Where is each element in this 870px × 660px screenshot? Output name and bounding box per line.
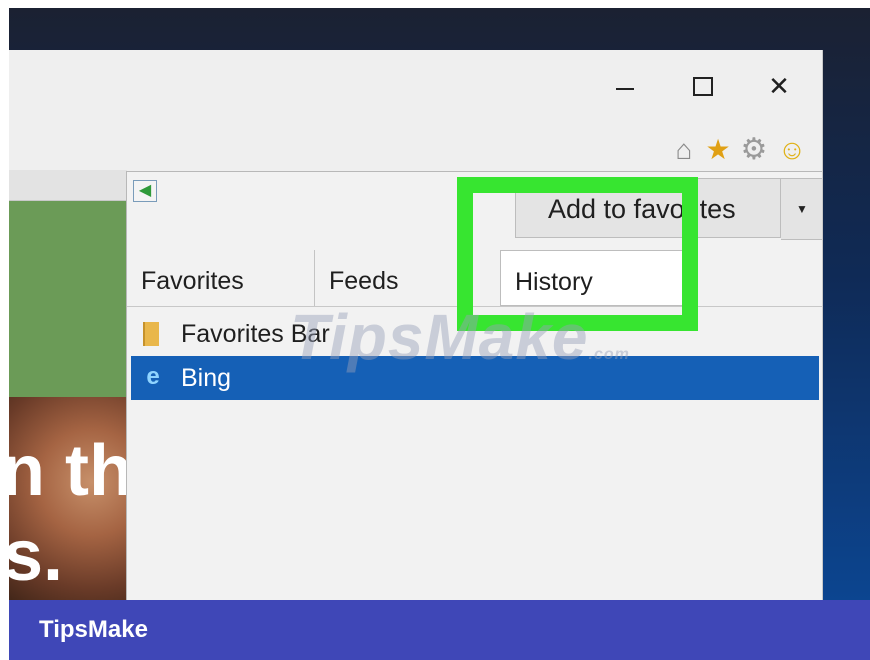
page-header-strip [9, 170, 127, 201]
browser-toolbar: ⌂ ★ ⚙ ☺ [652, 130, 822, 170]
internet-explorer-icon: e [146, 363, 160, 390]
footer-logo: TipsMake [39, 616, 148, 643]
minimize-button[interactable] [600, 66, 650, 106]
footer-bar: TipsMake [9, 600, 870, 660]
chevron-down-icon: ▼ [796, 202, 808, 216]
pin-back-arrow-icon[interactable]: ◀ [133, 180, 157, 202]
page-headline-line-2: s. [9, 516, 64, 596]
left-border [0, 0, 9, 660]
page-headline-line-1: n th [9, 431, 127, 511]
home-icon[interactable]: ⌂ [668, 130, 700, 170]
close-button[interactable]: ✕ [754, 66, 804, 106]
top-border [0, 0, 870, 8]
watermark-suffix: .com [588, 346, 630, 363]
maximize-button[interactable] [677, 66, 727, 106]
favorites-star-icon[interactable]: ★ [702, 130, 734, 170]
folder-icon [143, 322, 159, 346]
page-green-banner [9, 201, 127, 397]
add-favorites-dropdown-button[interactable]: ▼ [781, 178, 822, 240]
gear-icon[interactable]: ⚙ [738, 130, 770, 170]
smiley-feedback-icon[interactable]: ☺ [776, 130, 808, 170]
webpage-content: n th s. [9, 170, 127, 600]
list-item-label: Bing [181, 364, 232, 392]
watermark: TipsMake.com [290, 300, 630, 374]
close-icon: ✕ [768, 71, 790, 101]
watermark-text: TipsMake [290, 301, 589, 373]
tab-favorites[interactable]: Favorites [127, 250, 315, 306]
window-controls: ✕ [522, 66, 822, 106]
